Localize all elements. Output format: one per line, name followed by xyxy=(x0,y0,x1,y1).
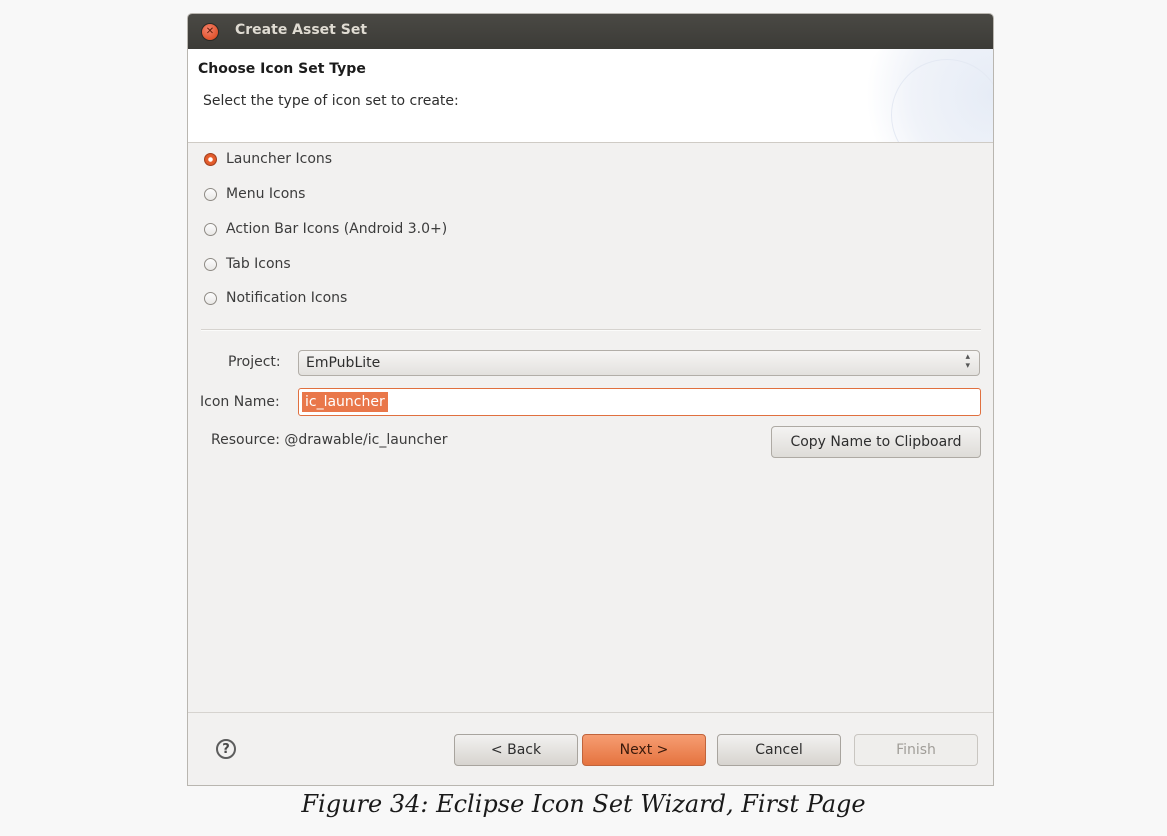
radio-button[interactable] xyxy=(204,291,217,305)
radio-button[interactable] xyxy=(204,222,217,236)
radio-label: Action Bar Icons (Android 3.0+) xyxy=(226,221,448,237)
icon-name-value: ic_launcher xyxy=(302,392,388,412)
wizard-page-title: Choose Icon Set Type xyxy=(198,61,366,77)
radio-label: Menu Icons xyxy=(226,186,306,202)
footer-divider xyxy=(188,712,993,713)
cancel-button[interactable]: Cancel xyxy=(717,734,841,766)
window-title: Create Asset Set xyxy=(235,22,368,38)
radio-label: Launcher Icons xyxy=(226,151,333,167)
radio-notification-icons[interactable]: Notification Icons xyxy=(204,287,347,309)
radio-launcher-icons[interactable]: Launcher Icons xyxy=(204,148,332,170)
radio-button[interactable] xyxy=(204,257,217,271)
radio-button-checked[interactable] xyxy=(204,152,217,166)
resource-value: @drawable/ic_launcher xyxy=(284,432,448,448)
radio-button[interactable] xyxy=(204,187,217,201)
project-label: Project: xyxy=(228,354,281,370)
spinner-arrows-icon: ▴ ▾ xyxy=(965,352,970,371)
radio-tab-icons[interactable]: Tab Icons xyxy=(204,253,291,275)
project-select[interactable]: EmPubLite ▴ ▾ xyxy=(298,350,980,376)
finish-button[interactable]: Finish xyxy=(854,734,978,766)
close-icon[interactable]: ✕ xyxy=(202,24,218,40)
radio-menu-icons[interactable]: Menu Icons xyxy=(204,183,305,205)
radio-label: Tab Icons xyxy=(226,256,291,272)
create-asset-set-dialog: ✕ Create Asset Set Choose Icon Set Type … xyxy=(187,13,994,786)
icon-name-input[interactable]: ic_launcher xyxy=(298,388,981,416)
resource-label-text: Resource: xyxy=(211,432,280,448)
wizard-page-description: Select the type of icon set to create: xyxy=(203,93,459,109)
figure-caption: Figure 34: Eclipse Icon Set Wizard, Firs… xyxy=(301,790,866,818)
titlebar: ✕ Create Asset Set xyxy=(188,14,993,49)
next-button[interactable]: Next > xyxy=(582,734,706,766)
radio-label: Notification Icons xyxy=(226,290,348,306)
radio-action-bar-icons[interactable]: Action Bar Icons (Android 3.0+) xyxy=(204,218,447,240)
divider xyxy=(201,329,981,331)
icon-name-label: Icon Name: xyxy=(200,394,280,410)
wizard-header: Choose Icon Set Type Select the type of … xyxy=(188,49,993,143)
resource-label: Resource: @drawable/ic_launcher xyxy=(211,432,447,448)
back-button[interactable]: < Back xyxy=(454,734,578,766)
copy-name-button[interactable]: Copy Name to Clipboard xyxy=(771,426,981,458)
help-icon[interactable]: ? xyxy=(216,739,236,759)
project-select-value: EmPubLite xyxy=(306,355,381,371)
